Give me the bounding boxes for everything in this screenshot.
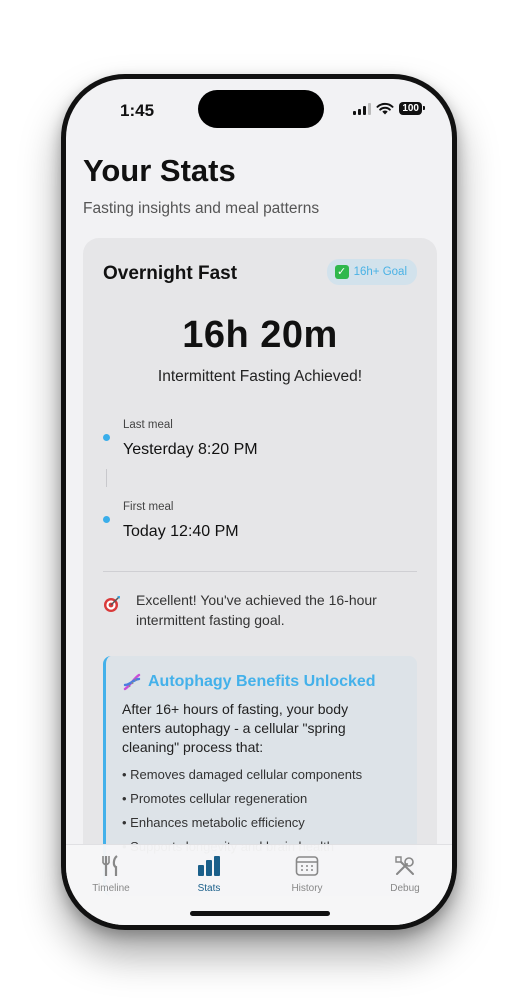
list-item: • Promotes cellular regeneration: [122, 791, 308, 806]
benefits-title: Autophagy Benefits Unlocked: [122, 672, 376, 692]
dynamic-island: [198, 90, 324, 128]
home-indicator: [190, 911, 330, 916]
tab-history-label: History: [291, 883, 323, 894]
tab-debug-label: Debug: [390, 883, 420, 894]
status-time: 1:45: [120, 101, 155, 120]
last-meal-value: Yesterday 8:20 PM: [123, 441, 258, 458]
fast-duration: 16h 20m: [182, 314, 338, 356]
list-item: • Enhances metabolic efficiency: [122, 815, 305, 830]
tab-history[interactable]: History: [267, 853, 347, 894]
overnight-fast-card: Overnight Fast ✓ 16h+ Goal 16h 20m Inter…: [83, 238, 437, 896]
battery-icon: 100: [399, 102, 425, 115]
signal-icon: [353, 102, 372, 115]
tab-timeline[interactable]: Timeline: [71, 853, 151, 894]
benefits-title-label: Autophagy Benefits Unlocked: [148, 673, 376, 690]
card-title: Overnight Fast: [103, 263, 238, 284]
target-icon: [104, 596, 120, 612]
last-meal-label: Last meal: [123, 419, 173, 431]
calendar-icon: [295, 856, 319, 876]
bar-chart-icon: [198, 856, 220, 876]
dna-icon: [123, 673, 141, 691]
phone-frame: 1:45 100 Your Stats Fasting insights and…: [61, 74, 457, 930]
achievement-text: Intermittent Fasting Achieved!: [157, 368, 363, 385]
divider: [103, 571, 417, 572]
tab-stats[interactable]: Stats: [169, 853, 249, 894]
timeline-dot-last-meal: [103, 434, 110, 441]
goal-badge-label: 16h+ Goal: [353, 266, 407, 278]
screen: 1:45 100 Your Stats Fasting insights and…: [66, 79, 452, 925]
page-subtitle: Fasting insights and meal patterns: [83, 200, 320, 217]
checkmark-icon: ✓: [334, 265, 349, 279]
tab-stats-label: Stats: [197, 883, 221, 894]
tab-timeline-label: Timeline: [92, 883, 130, 894]
tab-debug[interactable]: Debug: [365, 853, 445, 894]
benefits-description: After 16+ hours of fasting, your body en…: [122, 701, 349, 755]
tools-icon: [395, 856, 414, 875]
timeline-dot-first-meal: [103, 516, 110, 523]
wifi-icon: [376, 102, 394, 115]
timeline-connector: [106, 469, 107, 487]
goal-badge: ✓ 16h+ Goal: [326, 259, 417, 285]
list-item: • Removes damaged cellular components: [122, 767, 363, 782]
fork-knife-icon: [102, 855, 118, 876]
tab-bar: Timeline Stats History Debug: [66, 844, 452, 925]
achievement-message: Excellent! You've achieved the 16-hour i…: [136, 592, 377, 628]
page-title: Your Stats: [83, 153, 236, 188]
status-icons: 100: [353, 102, 425, 115]
first-meal-label: First meal: [123, 501, 174, 513]
first-meal-value: Today 12:40 PM: [123, 523, 239, 540]
